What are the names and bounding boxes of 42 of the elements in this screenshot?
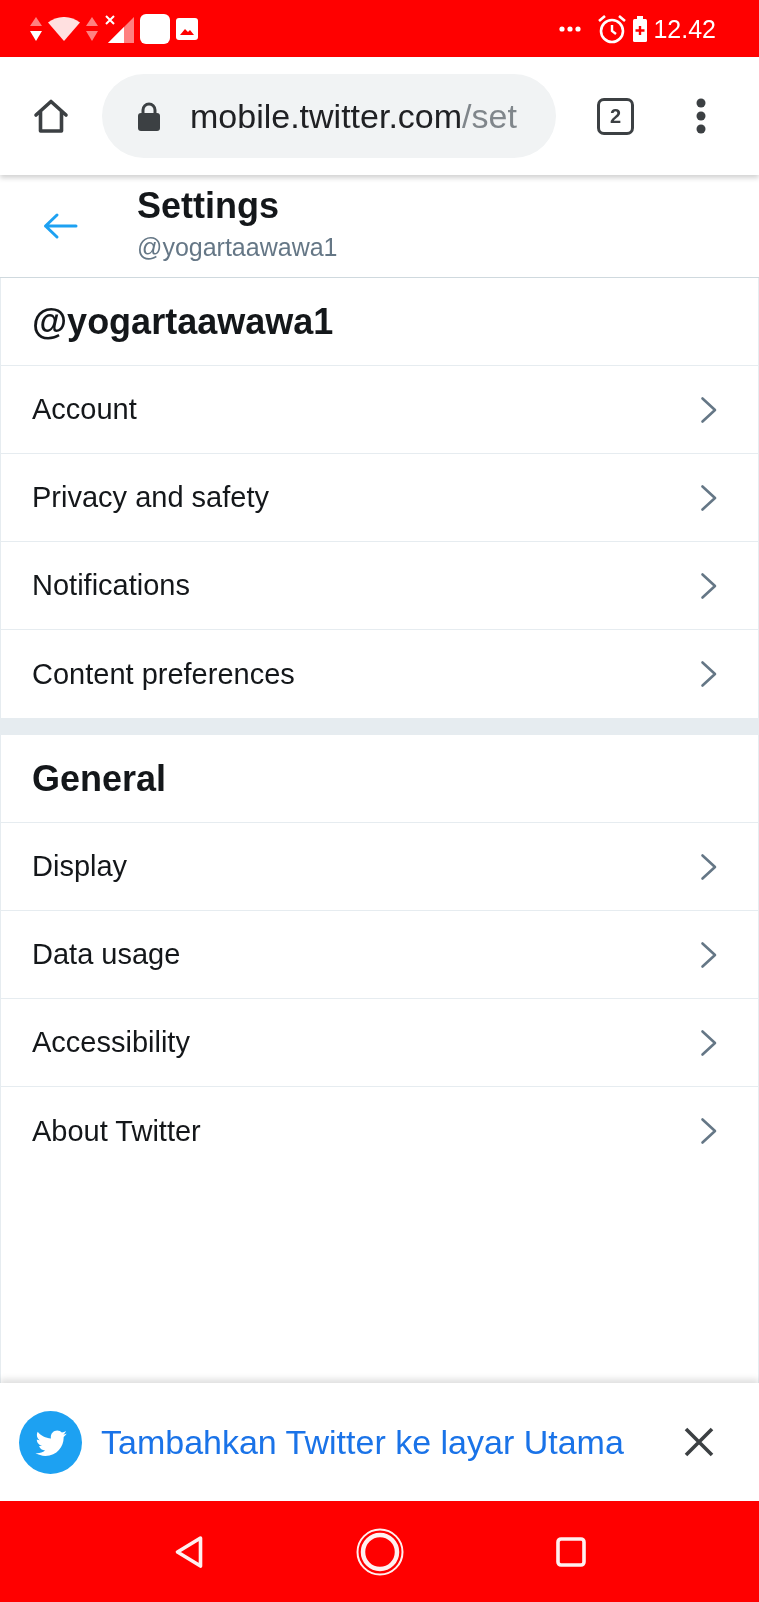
back-arrow-icon[interactable] bbox=[42, 212, 78, 240]
battery-icon bbox=[633, 15, 648, 42]
chevron-right-icon bbox=[700, 660, 718, 688]
add-to-home-screen-link[interactable]: Tambahkan Twitter ke layar Utama bbox=[101, 1422, 624, 1462]
settings-item[interactable]: Privacy and safety bbox=[1, 454, 758, 542]
page-title: Settings bbox=[137, 186, 279, 226]
settings-item[interactable]: Data usage bbox=[1, 911, 758, 999]
close-icon[interactable] bbox=[684, 1427, 714, 1457]
account-handle: @yogartaawawa1 bbox=[137, 232, 338, 262]
chevron-right-icon bbox=[700, 940, 718, 969]
lock-icon bbox=[138, 101, 160, 131]
wifi-icon bbox=[48, 16, 80, 41]
settings-item[interactable]: Account bbox=[1, 366, 758, 454]
settings-item[interactable]: Display bbox=[1, 823, 758, 911]
menu-icon[interactable] bbox=[696, 98, 706, 134]
alarm-icon bbox=[597, 13, 628, 44]
bird-logo-icon bbox=[19, 1410, 82, 1474]
status-time: 12.42 bbox=[653, 13, 716, 44]
image-icon bbox=[176, 17, 198, 40]
home-icon[interactable] bbox=[33, 98, 69, 134]
data-activity-icon bbox=[86, 16, 98, 41]
tab-switcher-button[interactable]: 2 bbox=[597, 97, 634, 135]
chevron-right-icon bbox=[700, 1028, 718, 1057]
chevron-right-icon bbox=[700, 571, 718, 600]
section-heading: @yogartaawawa1 bbox=[1, 278, 758, 366]
settings-item[interactable]: About Twitter bbox=[1, 1087, 758, 1175]
more-notifications-icon bbox=[559, 25, 582, 32]
home-button-icon[interactable] bbox=[355, 1527, 404, 1576]
app-notification-icon bbox=[140, 13, 170, 44]
back-icon[interactable] bbox=[173, 1534, 204, 1569]
signal-icon bbox=[104, 14, 134, 43]
data-activity-icon bbox=[30, 16, 42, 41]
address-bar[interactable]: mobile.twitter.com/set bbox=[102, 74, 556, 158]
chevron-right-icon bbox=[700, 483, 718, 512]
settings-item[interactable]: Content preferences bbox=[1, 630, 758, 718]
chevron-right-icon bbox=[700, 1117, 718, 1145]
settings-item[interactable]: Notifications bbox=[1, 542, 758, 630]
recent-apps-icon[interactable] bbox=[555, 1536, 586, 1567]
section-heading: General bbox=[1, 735, 758, 823]
chevron-right-icon bbox=[700, 852, 718, 881]
settings-item[interactable]: Accessibility bbox=[1, 999, 758, 1087]
chevron-right-icon bbox=[700, 395, 718, 424]
